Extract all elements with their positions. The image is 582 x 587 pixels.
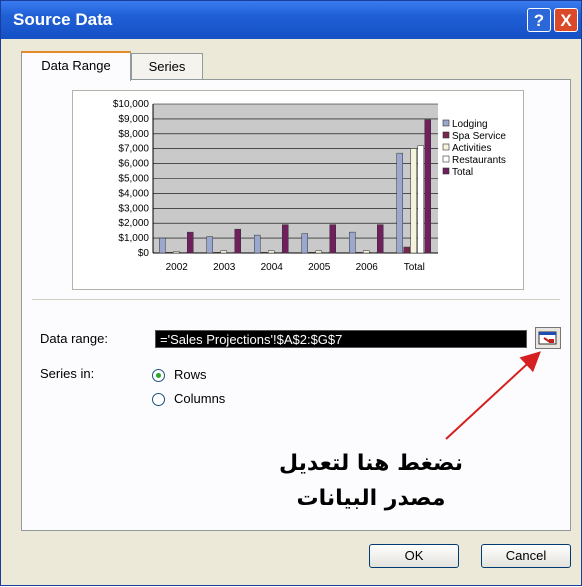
bar [254,234,261,254]
bar [268,250,275,254]
tab-series[interactable]: Series [131,53,203,79]
rows-radio[interactable] [152,369,165,382]
y-tick-label: $3,000 [118,203,149,214]
bar [349,231,356,254]
annotation-line-1: نضغط هنا لتعديل [279,451,463,476]
data-range-input[interactable]: ='Sales Projections'!$A$2:$G$7 [155,330,527,348]
collapse-dialog-button[interactable] [535,327,561,349]
data-range-label: Data range: [40,331,108,346]
dialog-title: Source Data [13,10,113,29]
tab-data-range[interactable]: Data Range [21,51,131,81]
y-tick-label: $9,000 [118,114,149,125]
bar [213,252,220,254]
bar [206,236,213,254]
bar [424,119,431,254]
legend-swatch [442,167,450,175]
bar [315,250,322,254]
bar [220,250,227,254]
bar [377,224,384,254]
title-bar[interactable]: Source Data ? X [1,1,581,39]
y-tick-label: $5,000 [118,174,149,185]
close-icon: X [560,11,572,30]
legend-swatch [442,131,450,139]
legend-label: Total [452,167,473,178]
bar [227,252,234,254]
bar [275,252,282,254]
chart-preview: $0 $1,000 $2,000 $3,000 $4,000 $5,000 $6,000 $7… [72,90,524,290]
y-tick-label: $10,000 [113,99,150,110]
y-tick-label: $6,000 [118,159,149,170]
y-tick-label: $8,000 [118,129,149,140]
x-tick-label: 2003 [213,262,236,273]
y-tick-label: $1,000 [118,233,149,244]
bar [282,224,289,254]
legend-label: Lodging [452,119,488,130]
legend-swatch [442,119,450,127]
bar [234,228,241,254]
bar [261,252,268,254]
separator [32,299,560,300]
bar [180,252,187,254]
x-tick-label: 2006 [356,262,379,273]
bar [417,145,424,254]
y-tick-label: $4,000 [118,188,149,199]
bar [187,231,194,254]
bar [396,152,403,254]
bar [301,233,308,254]
ok-button[interactable]: OK [369,544,459,568]
collapse-dialog-icon [538,331,557,345]
legend-label: Activities [452,143,491,154]
columns-label[interactable]: Columns [174,391,225,406]
close-button[interactable]: X [554,8,578,32]
x-tick-label: 2002 [166,262,189,273]
rows-label[interactable]: Rows [174,367,207,382]
legend-label: Spa Service [452,131,506,142]
source-data-dialog: Source Data ? X Data Range Series $0 $1,0… [0,0,582,586]
columns-radio[interactable] [152,393,165,406]
x-tick-label: Total [404,262,425,273]
radio-selected-dot [156,373,161,378]
help-icon: ? [533,11,545,30]
bar [370,252,377,254]
y-tick-label: $0 [138,248,150,259]
legend-swatch [442,143,450,151]
bar [356,252,363,254]
cancel-button[interactable]: Cancel [481,544,571,568]
bar [363,250,370,254]
bar [403,246,410,254]
bar [159,237,166,254]
x-tick-label: 2005 [308,262,331,273]
bar [173,251,180,254]
y-tick-label: $2,000 [118,218,149,229]
chart-svg: $0 $1,000 $2,000 $3,000 $4,000 $5,000 $6,000 $7… [113,99,507,273]
bar [322,252,329,254]
bar [410,148,417,254]
legend-label: Restaurants [452,155,506,166]
help-button[interactable]: ? [527,8,551,32]
series-in-label: Series in: [40,366,95,381]
bar [329,224,336,254]
x-tick-label: 2004 [261,262,284,273]
annotation-line-2: مصدر البيانات [296,486,446,511]
bar [166,252,173,254]
y-tick-label: $7,000 [118,144,149,155]
legend-swatch [442,155,450,163]
bar [308,252,315,254]
